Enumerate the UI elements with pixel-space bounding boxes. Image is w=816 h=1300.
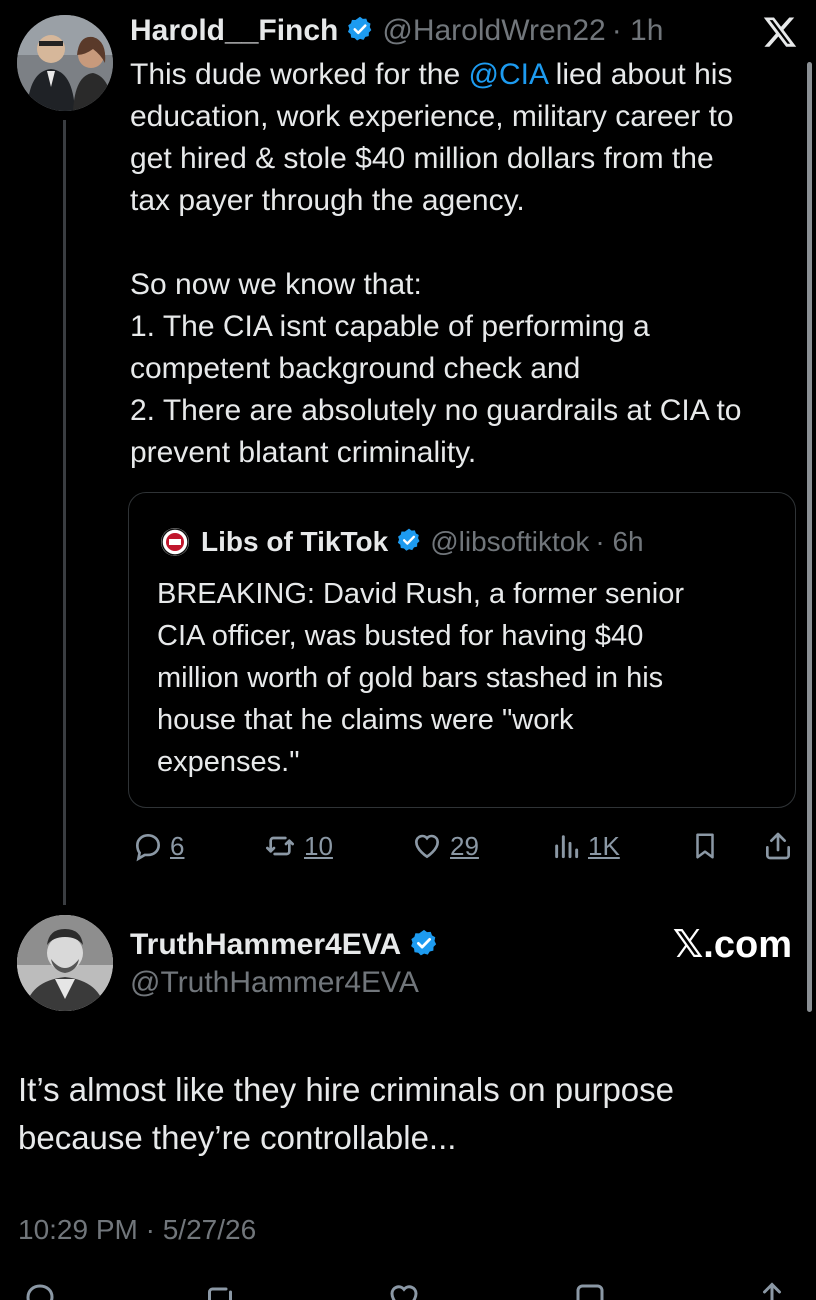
thread-connector-line	[63, 120, 66, 905]
quote-display-name[interactable]: Libs of TikTok	[201, 526, 388, 558]
avatar-photo	[17, 915, 113, 1011]
avatar-harold-finch[interactable]	[17, 15, 113, 111]
reply-body: It’s almost like they hire criminals on …	[18, 1066, 798, 1162]
tweet-line: get hired & stole $40 million dollars fr…	[130, 142, 714, 175]
reply-count: 6	[170, 830, 185, 861]
quote-line: house that he claims were "work	[157, 704, 574, 736]
reply-line: It’s almost like they hire criminals on …	[18, 1071, 675, 1108]
tweet-line: tax payer through the agency.	[130, 184, 525, 217]
bookmark-button[interactable]	[690, 830, 720, 862]
bookmark-icon[interactable]	[570, 1280, 610, 1300]
mention-link[interactable]: @CIA	[469, 58, 548, 91]
quote-header: Libs of TikTok @libsoftiktok · 6h	[161, 523, 644, 560]
retweet-button[interactable]: 10	[262, 830, 333, 862]
views-button[interactable]: 1K	[550, 830, 620, 862]
quote-line: CIA officer, was busted for having $40	[157, 620, 644, 652]
reply-timestamp: 10:29 PM · 5/27/26	[18, 1214, 257, 1245]
verified-badge-icon	[409, 928, 439, 966]
tweet-text-segment: This dude worked for the	[130, 58, 469, 91]
tweet-header: Harold__Finch @HaroldWren22 · 1h	[130, 12, 663, 50]
retweet-icon	[266, 836, 294, 856]
tweet-line: 2. There are absolutely no guardrails at…	[130, 394, 742, 427]
reply-icon	[135, 833, 161, 862]
verified-badge-icon	[396, 527, 422, 560]
reply-handle[interactable]: @TruthHammer4EVA	[130, 966, 419, 1000]
x-logo-icon[interactable]	[762, 14, 798, 50]
reply-line: because they’re controllable...	[18, 1119, 457, 1156]
retweet-count: 10	[304, 830, 333, 861]
like-button[interactable]: 29	[410, 830, 479, 862]
tweet-line: competent background check and	[130, 352, 581, 385]
tweet-line: So now we know that:	[130, 268, 422, 301]
quote-line: BREAKING: David Rush, a former senior	[157, 578, 685, 610]
quote-handle[interactable]: @libsoftiktok	[430, 526, 589, 558]
share-button[interactable]	[762, 830, 794, 862]
bookmark-icon	[696, 833, 714, 859]
quote-line: expenses."	[157, 746, 300, 778]
share-icon[interactable]	[752, 1280, 792, 1300]
views-chart-icon	[555, 835, 579, 859]
quote-body: BREAKING: David Rush, a former senior CI…	[157, 573, 777, 783]
tweet-line: 1. The CIA isnt capable of performing a	[130, 310, 650, 343]
like-count: 29	[450, 830, 479, 861]
reply-display-name[interactable]: TruthHammer4EVA	[130, 928, 401, 962]
views-count: 1K	[588, 830, 620, 861]
tweet-line: education, work experience, military car…	[130, 100, 734, 133]
author-display-name[interactable]: Harold__Finch	[130, 14, 338, 48]
tweet-body: This dude worked for the @CIA lied about…	[130, 54, 800, 474]
reply-icon[interactable]	[20, 1280, 60, 1300]
avatar-photo	[17, 15, 113, 111]
reply-header: TruthHammer4EVA	[130, 924, 439, 966]
tweet-text-segment: lied about his	[547, 58, 733, 91]
tweet-line: prevent blatant criminality.	[130, 436, 477, 469]
author-handle[interactable]: @HaroldWren22	[382, 14, 605, 48]
heart-icon	[414, 834, 440, 859]
x-com-brand: 𝕏.com	[672, 924, 792, 966]
bottom-actions-row	[0, 1278, 816, 1300]
share-icon	[766, 832, 790, 860]
quoted-tweet-card[interactable]: Libs of TikTok @libsoftiktok · 6h BREAKI…	[128, 492, 796, 808]
quote-time: · 6h	[595, 525, 644, 557]
verified-badge-icon	[346, 15, 374, 51]
heart-icon[interactable]	[384, 1280, 424, 1300]
quote-line: million worth of gold bars stashed in hi…	[157, 662, 664, 694]
tweet-line: This dude worked for the @CIA lied about…	[130, 54, 800, 96]
avatar-truthhammer[interactable]	[17, 915, 113, 1011]
tweet-time: · 1h	[611, 14, 664, 47]
scrollbar-thumb[interactable]	[807, 62, 812, 1012]
retweet-icon[interactable]	[200, 1280, 240, 1300]
reply-button[interactable]: 6	[132, 830, 184, 862]
quote-avatar	[161, 527, 189, 556]
